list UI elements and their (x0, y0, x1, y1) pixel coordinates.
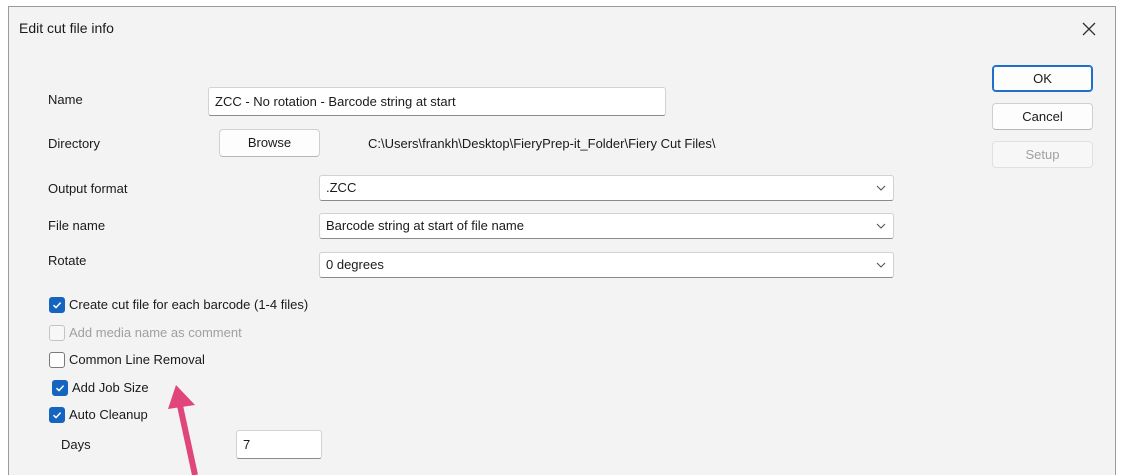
output-format-label: Output format (48, 181, 128, 196)
rotate-label: Rotate (48, 253, 87, 268)
directory-path: C:\Users\frankh\Desktop\FieryPrep-it_Fol… (368, 136, 716, 151)
setup-button: Setup (992, 141, 1093, 168)
close-icon[interactable] (1075, 15, 1103, 43)
ok-button[interactable]: OK (992, 65, 1093, 92)
days-input[interactable]: 7 (236, 430, 322, 459)
chevron-down-icon (876, 185, 886, 191)
file-name-value: Barcode string at start of file name (326, 218, 524, 233)
cancel-button[interactable]: Cancel (992, 103, 1093, 130)
checkbox-icon[interactable] (49, 407, 65, 423)
dialog-title: Edit cut file info (19, 20, 114, 36)
option-label: Add media name as comment (69, 325, 242, 340)
option-label: Add Job Size (72, 380, 149, 395)
annotation-arrow-icon (168, 385, 198, 475)
chevron-down-icon (876, 223, 886, 229)
title-bar: Edit cut file info (9, 7, 1115, 53)
chevron-down-icon (876, 262, 886, 268)
file-name-select[interactable]: Barcode string at start of file name (319, 213, 894, 239)
name-input[interactable]: ZCC - No rotation - Barcode string at st… (208, 87, 666, 116)
days-label: Days (61, 437, 91, 452)
option-label: Create cut file for each barcode (1-4 fi… (69, 297, 309, 312)
name-label: Name (48, 92, 83, 107)
option-label: Auto Cleanup (69, 407, 148, 422)
checkbox-icon (49, 325, 65, 341)
rotate-value: 0 degrees (326, 257, 384, 272)
output-format-select[interactable]: .ZCC (319, 175, 894, 201)
output-format-value: .ZCC (326, 180, 357, 195)
directory-label: Directory (48, 136, 101, 151)
checkbox-icon[interactable] (49, 352, 65, 368)
checkbox-icon[interactable] (52, 380, 68, 396)
browse-button[interactable]: Browse (219, 129, 320, 157)
checkbox-icon[interactable] (49, 297, 65, 313)
file-name-label: File name (48, 218, 106, 233)
option-label: Common Line Removal (69, 352, 205, 367)
rotate-select[interactable]: 0 degrees (319, 252, 894, 278)
